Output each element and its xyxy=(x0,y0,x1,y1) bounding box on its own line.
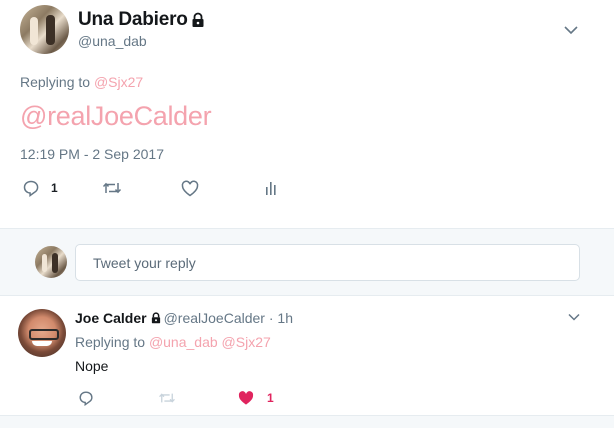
divider xyxy=(0,415,614,428)
separator: · xyxy=(268,310,274,326)
reply-icon xyxy=(79,391,93,406)
timestamp[interactable]: 12:19 PM - 2 Sep 2017 xyxy=(20,146,164,162)
reply-composer xyxy=(0,228,614,296)
replying-prefix: Replying to xyxy=(75,334,146,350)
author-handle[interactable]: @una_dab xyxy=(78,33,147,49)
reply-icon xyxy=(23,180,39,197)
like-button[interactable] xyxy=(181,178,199,198)
like-button[interactable]: 1 xyxy=(237,389,274,407)
avatar[interactable] xyxy=(35,246,67,278)
chevron-down-icon[interactable] xyxy=(563,24,579,36)
author-name[interactable]: Joe Calder xyxy=(75,310,147,326)
like-count: 1 xyxy=(267,391,274,405)
tweet-actions: 1 xyxy=(78,389,378,407)
tweet-text[interactable]: @realJoeCalder xyxy=(20,101,212,132)
retweet-button[interactable] xyxy=(158,389,176,407)
retweet-icon xyxy=(159,393,175,403)
reply-header: Joe Calder @realJoeCalder · 1h xyxy=(75,310,293,326)
tweet-actions: 1 xyxy=(22,178,322,198)
reply-count: 1 xyxy=(51,181,58,195)
replying-to-link[interactable]: @Sjx27 xyxy=(94,74,143,90)
main-tweet: Una Dabiero @una_dab Replying to @Sjx27 … xyxy=(0,0,614,228)
replying-to-link[interactable]: @Sjx27 xyxy=(222,334,271,350)
author-name[interactable]: Una Dabiero xyxy=(78,9,188,31)
replying-prefix: Replying to xyxy=(20,74,91,90)
reply-button[interactable] xyxy=(78,389,94,407)
replying-to: Replying to @Sjx27 xyxy=(20,74,143,90)
analytics-button[interactable] xyxy=(264,178,278,198)
chevron-down-icon[interactable] xyxy=(567,312,581,322)
reply-tweet: Joe Calder @realJoeCalder · 1h Replying … xyxy=(0,297,614,415)
tweet-text: Nope xyxy=(75,358,109,374)
time-ago[interactable]: 1h xyxy=(277,310,293,326)
author-handle[interactable]: @realJoeCalder xyxy=(164,310,265,326)
avatar[interactable] xyxy=(18,309,66,357)
reply-button[interactable]: 1 xyxy=(22,178,58,198)
reply-input[interactable] xyxy=(75,244,580,281)
replying-to-link[interactable]: @una_dab xyxy=(149,334,218,350)
heart-filled-icon xyxy=(238,391,254,405)
replying-to: Replying to @una_dab @Sjx27 xyxy=(75,334,271,350)
analytics-icon xyxy=(266,182,276,195)
retweet-button[interactable] xyxy=(102,178,122,198)
lock-icon xyxy=(151,312,160,324)
avatar[interactable] xyxy=(20,5,69,54)
lock-icon xyxy=(192,12,204,27)
retweet-icon xyxy=(102,182,122,194)
like-icon xyxy=(181,180,199,196)
